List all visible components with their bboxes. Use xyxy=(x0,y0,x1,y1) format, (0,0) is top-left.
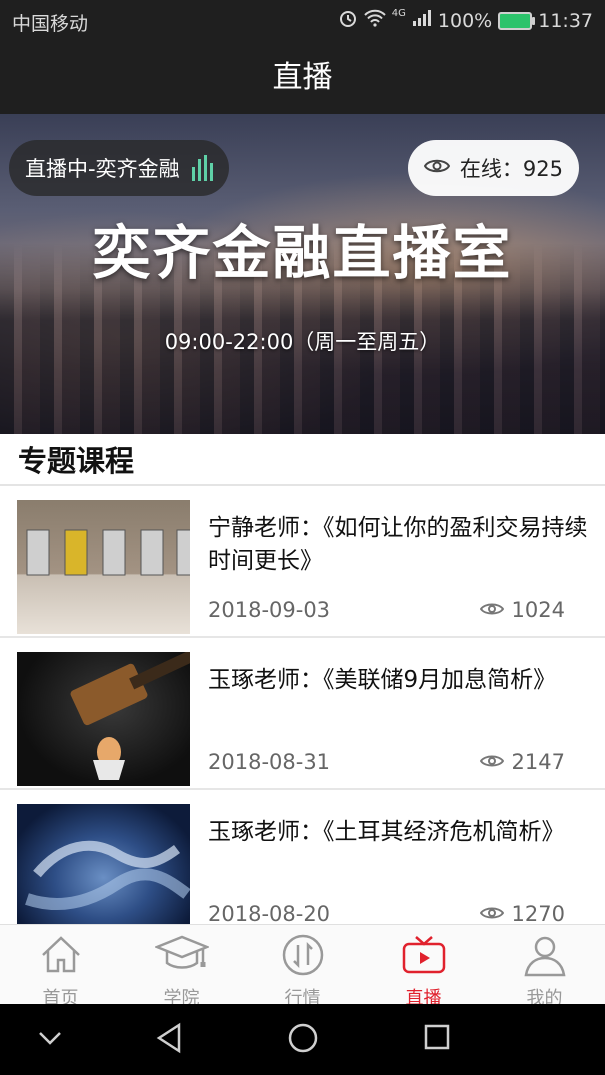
back-icon[interactable] xyxy=(155,1022,183,1058)
clock: 11:37 xyxy=(538,9,593,32)
view-count: 1024 xyxy=(511,598,565,622)
view-count: 2147 xyxy=(511,750,565,774)
course-date: 2018-09-03 xyxy=(208,598,331,622)
course-title: 宁静老师：《如何让你的盈利交易持续时间更长》 xyxy=(208,515,588,574)
course-item[interactable]: 玉琢老师：《土耳其经济危机简析》 2018-08-20 1270 xyxy=(0,790,605,924)
course-item[interactable]: 玉琢老师：《美联储9月加息简析》 2018-08-31 2147 xyxy=(0,638,605,790)
tab-academy[interactable]: 学院 xyxy=(121,925,242,1009)
tab-live[interactable]: 直播 xyxy=(363,925,484,1009)
status-icons: 4G 100% 11:37 xyxy=(338,8,593,33)
battery-icon xyxy=(498,11,536,30)
course-list[interactable]: 宁静老师：《如何让你的盈利交易持续时间更长》 2018-09-03 1024 玉… xyxy=(0,486,605,924)
course-title: 玉琢老师：《美联储9月加息简析》 xyxy=(208,667,557,693)
live-status-pill[interactable]: 直播中-奕齐金融 xyxy=(9,140,229,196)
status-bar: 中国移动 4G 100% 11:37 xyxy=(0,0,605,42)
tab-profile[interactable]: 我的 xyxy=(484,925,605,1009)
user-icon xyxy=(523,933,567,982)
eye-icon xyxy=(479,902,504,924)
view-count: 1270 xyxy=(511,902,565,924)
eye-icon xyxy=(479,750,504,774)
course-item[interactable]: 宁静老师：《如何让你的盈利交易持续时间更长》 2018-09-03 1024 xyxy=(0,486,605,638)
course-thumbnail xyxy=(17,804,190,924)
page-title: 直播 xyxy=(0,42,605,114)
network-type-label: 4G xyxy=(391,8,406,19)
course-views: 1024 xyxy=(479,598,565,622)
recents-icon[interactable] xyxy=(423,1022,451,1058)
eye-icon xyxy=(423,156,451,180)
chevron-down-icon[interactable] xyxy=(38,1030,62,1050)
course-thumbnail xyxy=(17,500,190,634)
tab-home[interactable]: 首页 xyxy=(0,925,121,1009)
battery-percent: 100% xyxy=(437,9,493,32)
course-thumbnail xyxy=(17,652,190,786)
carrier-label: 中国移动 xyxy=(12,13,89,35)
live-status-label: 直播中-奕齐金融 xyxy=(25,157,180,181)
course-views: 1270 xyxy=(479,902,565,924)
signal-icon xyxy=(412,9,432,32)
market-icon xyxy=(281,933,325,982)
system-nav-bar xyxy=(0,1004,605,1075)
banner-schedule: 09:00-22:00（周一至周五） xyxy=(164,330,441,354)
audio-bars-icon xyxy=(191,155,213,181)
eye-icon xyxy=(479,598,504,622)
alarm-icon xyxy=(338,8,358,33)
bottom-tab-bar: 首页 学院 行情 直播 我的 xyxy=(0,924,605,1009)
banner-title: 奕齐金融直播室 xyxy=(92,219,513,287)
wifi-icon xyxy=(364,9,386,32)
home-icon xyxy=(39,933,83,982)
course-date: 2018-08-20 xyxy=(208,902,331,924)
live-banner[interactable]: 直播中-奕齐金融 在线：925 奕齐金融直播室 09:00-22:00（周一至周… xyxy=(0,114,605,434)
tv-play-icon xyxy=(401,933,447,982)
section-title: 专题课程 xyxy=(18,444,135,478)
graduation-cap-icon xyxy=(153,933,210,982)
tab-market[interactable]: 行情 xyxy=(242,925,363,1009)
course-date: 2018-08-31 xyxy=(208,750,331,774)
online-count-pill: 在线：925 xyxy=(407,140,579,196)
home-circle-icon[interactable] xyxy=(287,1022,319,1058)
course-views: 2147 xyxy=(479,750,565,774)
course-title: 玉琢老师：《土耳其经济危机简析》 xyxy=(208,819,565,845)
online-count: 在线：925 xyxy=(459,157,563,181)
